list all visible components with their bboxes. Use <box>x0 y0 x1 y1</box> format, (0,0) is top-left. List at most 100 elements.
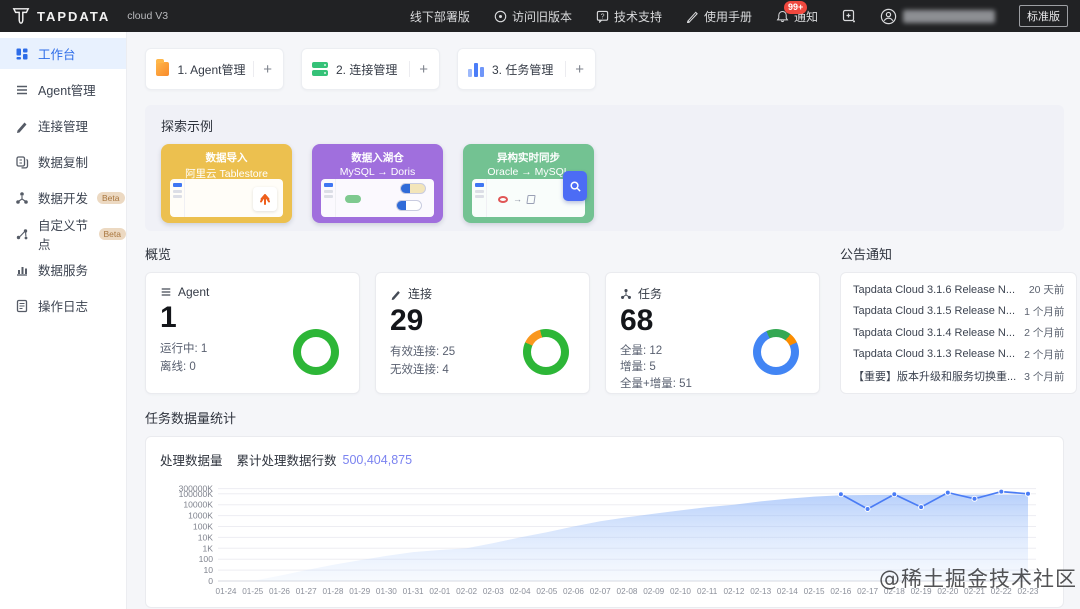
add-agent-button[interactable]: + <box>262 62 273 77</box>
svg-text:02-15: 02-15 <box>804 587 825 596</box>
step-card-task[interactable]: 3. 任务管理 + <box>457 48 596 90</box>
sidebar-item-custom-node[interactable]: 自定义节点 Beta <box>0 218 126 252</box>
nodes-icon <box>16 191 28 204</box>
nav-user-manual[interactable]: 使用手册 <box>686 8 752 25</box>
nav-old-version[interactable]: 访问旧版本 <box>494 8 572 25</box>
svg-text:02-11: 02-11 <box>697 587 718 596</box>
sample-card-mysql-doris[interactable]: 数据入湖仓 MySQL → Doris <box>312 144 443 223</box>
sidebar-item-label: 数据服务 <box>38 264 89 278</box>
search-icon <box>563 171 587 201</box>
svg-text:02-05: 02-05 <box>536 587 557 596</box>
sidebar-item-data-dev[interactable]: 数据开发 Beta <box>0 182 126 213</box>
step-label: 3. 任务管理 <box>492 62 554 77</box>
svg-text:10: 10 <box>203 565 213 575</box>
workorder-button[interactable] <box>842 9 856 23</box>
nav-offline-deploy[interactable]: 线下部署版 <box>410 8 470 25</box>
chart-section-title: 任务数据量统计 <box>145 411 237 426</box>
stat-line: 全量+增量: 51 <box>620 377 692 390</box>
plan-badge-button[interactable]: 标准版 <box>1019 5 1068 27</box>
svg-text:1K: 1K <box>202 543 213 553</box>
brand-logo[interactable]: TAPDATA cloud V3 <box>12 7 168 25</box>
sidebar-item-connections[interactable]: 连接管理 <box>0 110 126 141</box>
svg-text:01-28: 01-28 <box>322 587 343 596</box>
notification-count-badge: 99+ <box>783 0 808 14</box>
stat-card-agent: Agent 1 运行中: 1 离线: 0 <box>145 272 360 394</box>
sample-card-tablestore[interactable]: 数据导入 阿里云 Tablestore <box>161 144 292 223</box>
sidebar-item-data-replication[interactable]: 数据复制 <box>0 146 126 177</box>
divider <box>253 61 255 77</box>
task-type-donut <box>753 329 799 375</box>
announcement-title: Tapdata Cloud 3.1.3 Release N... <box>853 348 1016 360</box>
sample-card-oracle-mysql[interactable]: 异构实时同步 Oracle → MySQL → <box>463 144 594 223</box>
svg-text:02-04: 02-04 <box>510 587 531 596</box>
capsule-icon <box>396 200 422 211</box>
svg-text:01-30: 01-30 <box>376 587 397 596</box>
announcement-item[interactable]: Tapdata Cloud 3.1.5 Release N... 1 个月前 <box>853 304 1064 319</box>
svg-text:10000K: 10000K <box>183 500 213 510</box>
sidebar-item-label: Agent管理 <box>38 84 96 98</box>
sidebar-item-label: 数据开发 <box>38 192 89 206</box>
announcement-item[interactable]: 【重要】版本升级和服务切换重... 3 个月前 <box>853 368 1064 384</box>
svg-text:02-06: 02-06 <box>563 587 584 596</box>
svg-text:02-02: 02-02 <box>456 587 477 596</box>
chart-legend: 处理数据量 累计处理数据行数 500,404,875 <box>160 450 1049 469</box>
announcements-title: 公告通知 <box>840 247 893 262</box>
stat-label: Agent <box>178 285 210 299</box>
announcement-item[interactable]: Tapdata Cloud 3.1.4 Release N... 2 个月前 <box>853 325 1064 340</box>
sample-title: 异构实时同步 <box>497 152 560 164</box>
sample-title: 数据导入 <box>205 152 248 164</box>
folder-icon <box>156 59 170 76</box>
add-task-button[interactable]: + <box>574 62 585 77</box>
pen-connection-icon <box>17 122 27 133</box>
announcement-time: 2 个月前 <box>1024 327 1065 339</box>
svg-text:01-24: 01-24 <box>216 587 237 596</box>
pen-manual-icon <box>686 11 698 23</box>
nav-tech-support[interactable]: ? 技术支持 <box>596 8 662 25</box>
stat-label: 任务 <box>638 287 663 301</box>
sidebar-item-data-service[interactable]: 数据服务 <box>0 254 126 285</box>
svg-text:02-08: 02-08 <box>617 587 638 596</box>
svg-text:300000K: 300000K <box>179 484 214 494</box>
announcement-item[interactable]: Tapdata Cloud 3.1.6 Release N... 20 天前 <box>853 282 1064 297</box>
stat-card-connections: 连接 29 有效连接: 25 无效连接: 4 <box>375 272 590 394</box>
announcements-card: Tapdata Cloud 3.1.6 Release N... 20 天前 T… <box>840 272 1078 394</box>
step-label: 1. Agent管理 <box>177 62 246 77</box>
task-chart-icon <box>468 62 484 77</box>
legend-total-value: 500,404,875 <box>342 452 413 467</box>
step-card-connection[interactable]: 2. 连接管理 + <box>301 48 440 90</box>
announcement-time: 1 个月前 <box>1024 305 1065 318</box>
svg-text:0: 0 <box>208 576 213 586</box>
divider <box>565 61 567 77</box>
sidebar-item-label: 数据复制 <box>38 156 89 170</box>
svg-text:02-14: 02-14 <box>777 587 798 596</box>
sidebar-item-agent[interactable]: Agent管理 <box>0 74 126 105</box>
step-label: 2. 连接管理 <box>336 62 398 77</box>
connection-status-donut <box>523 329 569 375</box>
sidebar: 工作台 Agent管理 连接管理 数据复制 数据开发 Beta 自定义节点 Be… <box>0 32 127 609</box>
sidebar-item-operation-logs[interactable]: 操作日志 <box>0 290 126 321</box>
svg-text:100: 100 <box>199 554 214 564</box>
svg-text:02-09: 02-09 <box>643 587 664 596</box>
svg-text:02-12: 02-12 <box>723 587 744 596</box>
svg-text:100K: 100K <box>193 522 213 532</box>
workorder-icon <box>842 9 855 23</box>
sidebar-item-label: 工作台 <box>38 48 76 62</box>
divider <box>409 61 411 77</box>
arrow-circle-icon <box>494 10 507 22</box>
bar-chart-icon <box>17 266 27 276</box>
svg-text:10K: 10K <box>198 532 214 542</box>
stat-card-tasks: 任务 68 全量: 12 增量: 5 全量+增量: 51 <box>605 272 820 394</box>
svg-text:01-27: 01-27 <box>296 587 317 596</box>
announcement-time: 2 个月前 <box>1024 348 1065 361</box>
nav-notifications[interactable]: 通知 99+ <box>776 0 818 25</box>
sample-mockup <box>321 179 434 217</box>
sidebar-item-label: 操作日志 <box>38 300 89 314</box>
step-card-agent[interactable]: 1. Agent管理 + <box>145 48 284 90</box>
user-account[interactable] <box>880 8 995 25</box>
server-icon <box>312 61 328 77</box>
announcement-item[interactable]: Tapdata Cloud 3.1.3 Release N... 2 个月前 <box>853 347 1064 362</box>
add-connection-button[interactable]: + <box>418 62 429 77</box>
main-content: 1. Agent管理 + 2. 连接管理 + 3. 任务管理 + 探索示例 数据… <box>127 32 1080 609</box>
svg-text:02-10: 02-10 <box>670 587 691 596</box>
sidebar-item-workbench[interactable]: 工作台 <box>0 38 126 69</box>
